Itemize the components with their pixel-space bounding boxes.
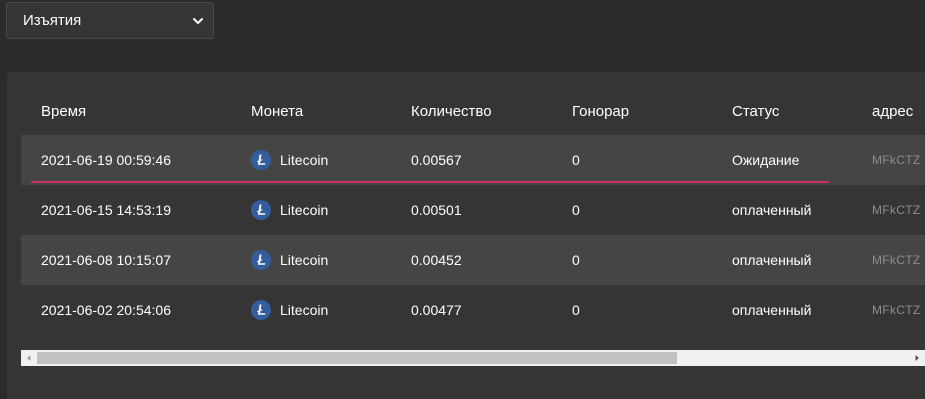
row-fee: 0 <box>572 302 580 318</box>
row-address: MFkCTZ <box>872 303 921 317</box>
coin-name: Litecoin <box>280 252 329 268</box>
row-address: MFkCTZ <box>872 203 921 217</box>
scroll-left-arrow-icon[interactable] <box>21 350 37 366</box>
row-status: оплаченный <box>732 252 812 268</box>
coin-name: Litecoin <box>280 202 329 218</box>
header-coin: Монета <box>251 102 304 120</box>
header-fee: Гонорар <box>572 102 630 120</box>
row-quantity: 0.00477 <box>411 302 462 318</box>
row-time: 2021-06-02 20:54:06 <box>41 302 171 318</box>
row-coin: Litecoin <box>251 185 328 235</box>
row-time: 2021-06-08 10:15:07 <box>41 252 171 268</box>
row-fee: 0 <box>572 202 580 218</box>
header-address: адрес <box>872 102 914 120</box>
horizontal-scrollbar[interactable] <box>21 350 925 366</box>
header-time: Время <box>41 102 87 120</box>
table-row[interactable]: 2021-06-08 10:15:07 Litecoin 0.00452 0 о… <box>21 235 925 285</box>
row-coin: Litecoin <box>251 285 328 335</box>
row-coin: Litecoin <box>251 235 328 285</box>
scroll-right-arrow-icon[interactable] <box>909 350 925 366</box>
row-quantity: 0.00567 <box>411 152 462 168</box>
row-status: Ожидание <box>732 152 800 168</box>
row-time: 2021-06-19 00:59:46 <box>41 152 171 168</box>
scrollbar-thumb[interactable] <box>37 352 677 364</box>
litecoin-icon <box>251 250 271 270</box>
litecoin-icon <box>251 150 271 170</box>
table-row[interactable]: 2021-06-19 00:59:46 Litecoin 0.00567 0 О… <box>21 135 925 185</box>
table-row[interactable]: 2021-06-02 20:54:06 Litecoin 0.00477 0 о… <box>21 285 925 335</box>
row-time: 2021-06-15 14:53:19 <box>41 202 171 218</box>
table-row[interactable]: 2021-06-15 14:53:19 Litecoin 0.00501 0 о… <box>21 185 925 235</box>
header-quantity: Количество <box>411 102 492 120</box>
header-status: Статус <box>732 102 780 120</box>
row-coin: Litecoin <box>251 135 328 185</box>
row-address: MFkCTZ <box>872 253 921 267</box>
coin-name: Litecoin <box>280 152 329 168</box>
transactions-table: Время Монета Количество Гонорар Статус а… <box>21 87 925 335</box>
row-status: оплаченный <box>732 202 812 218</box>
table-header: Время Монета Количество Гонорар Статус а… <box>21 87 925 135</box>
coin-name: Litecoin <box>280 302 329 318</box>
highlight-underline <box>31 181 829 183</box>
row-address: MFkCTZ <box>872 153 921 167</box>
row-fee: 0 <box>572 252 580 268</box>
row-status: оплаченный <box>732 302 812 318</box>
chevron-down-icon <box>193 18 203 24</box>
row-quantity: 0.00452 <box>411 252 462 268</box>
litecoin-icon <box>251 200 271 220</box>
transaction-type-value: Изъятия <box>23 12 82 29</box>
row-fee: 0 <box>572 152 580 168</box>
transaction-type-select[interactable]: Изъятия <box>6 2 214 39</box>
litecoin-icon <box>251 300 271 320</box>
row-quantity: 0.00501 <box>411 202 462 218</box>
